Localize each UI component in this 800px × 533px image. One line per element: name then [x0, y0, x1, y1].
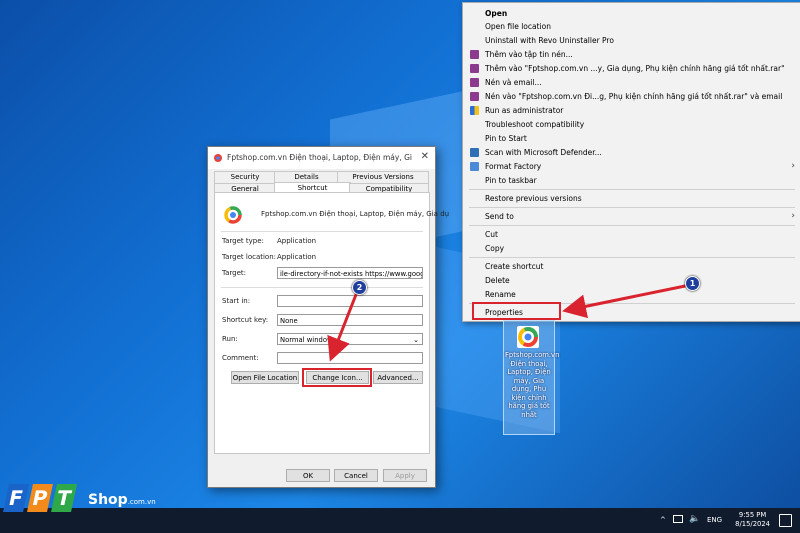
tray-chevron-icon[interactable]: ^ [660, 516, 666, 524]
network-icon[interactable] [673, 515, 683, 523]
notification-icon[interactable] [779, 514, 792, 527]
clock-time: 9:55 PM [738, 511, 767, 519]
language-indicator[interactable]: ENG [707, 516, 722, 524]
clock[interactable]: 9:55 PM 8/15/2024 [735, 511, 770, 529]
shop-suffix: .com.vn [127, 498, 156, 506]
step-marker-2: 2 [352, 280, 367, 295]
annotation-arrows [327, 283, 691, 362]
taskbar: ^ 🔈 ENG 9:55 PM 8/15/2024 [0, 508, 800, 533]
step-marker-1: 1 [685, 276, 700, 291]
arrow-to-change-icon [327, 291, 359, 362]
shop-logo-text: Shop.com.vn [88, 492, 156, 508]
volume-icon[interactable]: 🔈 [689, 514, 700, 524]
clock-date: 8/15/2024 [735, 520, 770, 528]
shop-word: Shop [88, 492, 128, 508]
arrow-to-properties [562, 283, 691, 319]
